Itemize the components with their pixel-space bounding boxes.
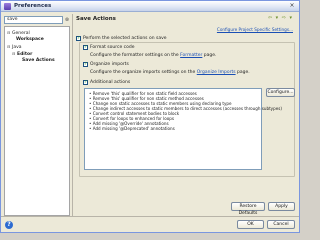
pane-splitter[interactable] xyxy=(72,14,73,217)
additional-actions-checkbox[interactable]: ✓ xyxy=(83,80,88,85)
history-navigation-icons[interactable]: ⇦ ▾ ⇨ ▾ xyxy=(268,15,293,21)
additional-actions-list[interactable]: Remove 'this' qualifier for non static f… xyxy=(84,88,282,170)
restore-defaults-button[interactable]: Restore Defaults xyxy=(231,202,265,216)
organize-imports-description: Configure the organize imports settings … xyxy=(90,70,250,75)
tree-item-save-actions[interactable]: Save Actions xyxy=(22,58,55,64)
format-source-checkbox[interactable]: ✓ xyxy=(83,45,88,50)
configure-button[interactable]: Configure... xyxy=(266,88,295,97)
ok-button[interactable]: OK xyxy=(237,220,264,229)
organize-imports-checkbox[interactable]: ✓ xyxy=(83,62,88,67)
perform-actions-checkbox[interactable]: ✓ xyxy=(76,36,81,41)
page-title: Save Actions xyxy=(76,16,116,22)
help-icon[interactable]: ? xyxy=(5,221,13,229)
formatter-description: Configure the formatter settings on the … xyxy=(90,53,217,58)
window-title: Preferences xyxy=(14,3,52,9)
close-button[interactable]: × xyxy=(288,3,296,10)
configure-project-settings-link[interactable]: Configure Project Specific Settings... xyxy=(217,27,293,32)
apply-button[interactable]: Apply xyxy=(268,202,295,211)
title-bar[interactable]: Preferences × xyxy=(1,1,299,12)
format-source-label: Format source code xyxy=(90,45,135,50)
organize-imports-label: Organize imports xyxy=(90,62,129,67)
additional-actions-label: Additional actions xyxy=(90,80,131,85)
formatter-link[interactable]: Formatter xyxy=(180,53,202,58)
clear-filter-icon[interactable]: ⊗ xyxy=(64,17,70,23)
perform-actions-label: Perform the selected actions on save xyxy=(83,36,167,41)
preferences-icon xyxy=(4,3,11,10)
tree-item-editor[interactable]: ⊟ Editor xyxy=(12,51,32,57)
cancel-button[interactable]: Cancel xyxy=(267,220,295,229)
tree-item-workspace[interactable]: Workspace xyxy=(16,37,44,43)
tree-item-java[interactable]: ⊟ Java xyxy=(7,44,22,50)
preferences-tree: ⊟ General Workspace ⊟ Java ⊟ Editor Save Ac… xyxy=(4,26,70,216)
filter-input[interactable]: save xyxy=(4,16,63,24)
button-bar-separator xyxy=(1,216,299,217)
organize-imports-link[interactable]: Organize Imports xyxy=(197,70,236,75)
tree-item-general[interactable]: ⊟ General xyxy=(7,30,30,36)
list-item: Add missing '@Deprecated' annotations xyxy=(89,126,175,131)
preferences-window: Preferences × save ⊗ ⊟ General Workspace … xyxy=(0,0,300,233)
